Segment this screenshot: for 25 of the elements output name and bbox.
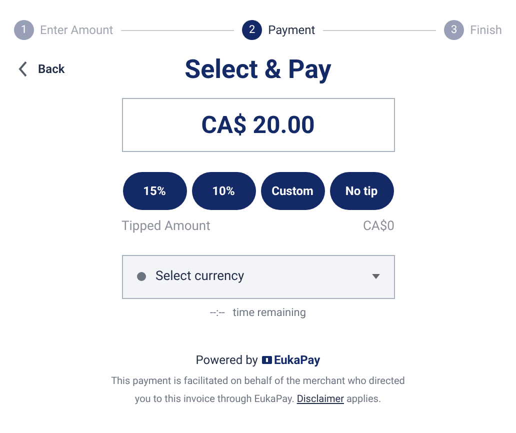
step-number: 2 xyxy=(242,20,262,40)
timer-value: --:-- xyxy=(210,304,225,320)
step-number: 1 xyxy=(14,20,34,40)
brand-logo: EukaPay xyxy=(262,351,320,369)
step-label: Payment xyxy=(268,22,316,39)
disclaimer-text: This payment is facilitated on behalf of the merchant who directed you to this invoice through EukaPay. Disclaimer applies. xyxy=(110,375,406,407)
tipped-amount-label: Tipped Amount xyxy=(122,218,210,236)
disclaimer-link[interactable]: Disclaimer xyxy=(296,394,344,405)
tip-button[interactable]: Custom xyxy=(260,172,324,210)
timer-label: time remaining xyxy=(232,304,306,320)
logo-icon xyxy=(262,355,272,365)
step-label: Enter Amount xyxy=(40,22,114,39)
tip-button[interactable]: 10% xyxy=(192,172,256,210)
powered-by-label: Powered by xyxy=(196,352,258,369)
step-number: 3 xyxy=(444,20,464,40)
back-button[interactable]: Back xyxy=(18,60,65,78)
tipped-amount-value: CA$0 xyxy=(362,218,394,236)
tip-button[interactable]: 15% xyxy=(122,172,186,210)
amount-display: CA$ 20.00 xyxy=(122,98,394,152)
chevron-left-icon xyxy=(18,61,28,77)
page-title: Select & Pay xyxy=(184,54,332,87)
tip-button[interactable]: No tip xyxy=(330,172,394,210)
currency-select[interactable]: Select currency xyxy=(122,254,394,298)
dropdown-caret-icon xyxy=(372,274,380,279)
step-label: Finish xyxy=(470,22,502,39)
